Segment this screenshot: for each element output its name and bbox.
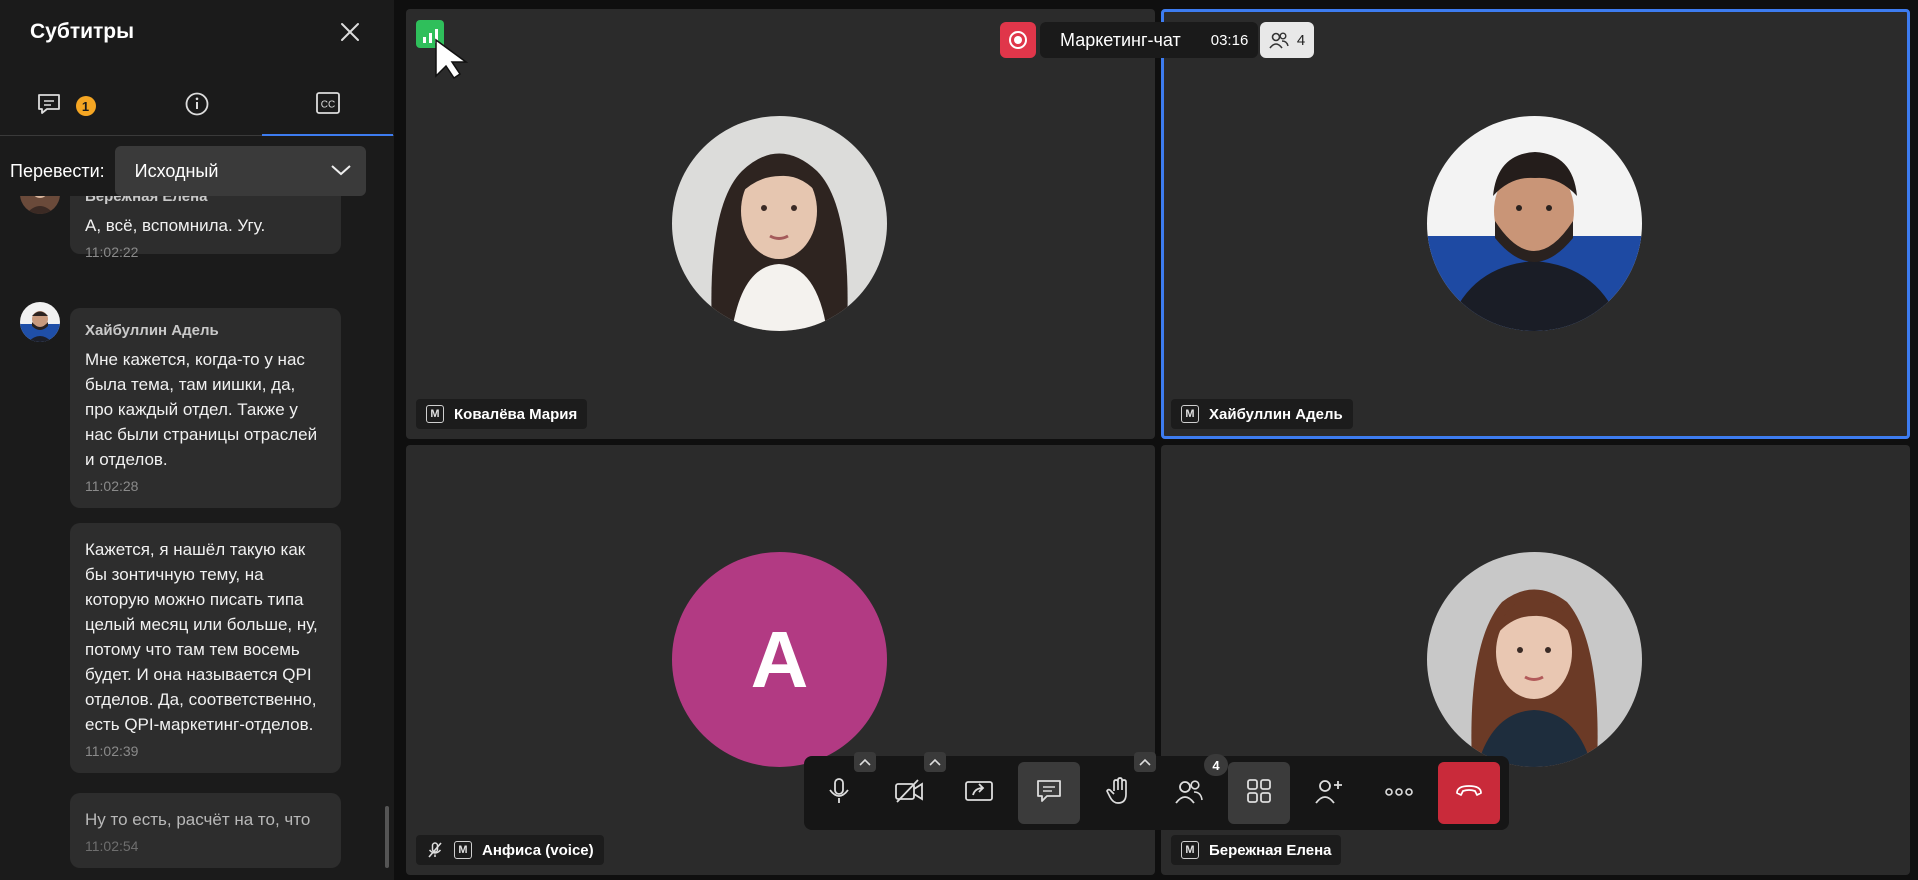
grid-layout-icon [1245, 777, 1273, 810]
subtitle-author: Бережная Елена [85, 196, 208, 205]
tab-chat[interactable]: 1 [0, 76, 131, 136]
more-button[interactable] [1368, 762, 1430, 824]
avatar [20, 302, 60, 342]
subtitle-author: Хайбуллин Адель [85, 322, 219, 339]
meeting-info: Маркетинг-чат 03:16 [1040, 22, 1259, 58]
participants-icon [1269, 31, 1289, 49]
subtitle-text: Кажется, я нашёл такую как бы зонтичную … [85, 540, 318, 734]
panel-title: Субтитры [30, 20, 135, 43]
participant-tile[interactable]: M Ковалёва Мария [406, 9, 1155, 439]
participants-count-button[interactable]: 4 [1260, 22, 1314, 58]
participants-count-badge: 4 [1204, 754, 1228, 776]
participant-name: Хайбуллин Адель [1209, 405, 1343, 423]
layout-button[interactable] [1228, 762, 1290, 824]
panel-tabs: 1 CC [0, 76, 394, 136]
moderator-badge: M [426, 405, 444, 423]
mic-options-caret[interactable] [854, 752, 876, 772]
invite-button[interactable] [1298, 762, 1360, 824]
recording-indicator[interactable] [1000, 22, 1036, 58]
chevron-down-icon [330, 161, 352, 182]
unread-badge: 1 [75, 96, 96, 116]
share-screen-button[interactable] [948, 762, 1010, 824]
meeting-title: Маркетинг-чат [1060, 29, 1181, 50]
translate-value: Исходный [134, 160, 219, 181]
scrollbar[interactable] [385, 206, 389, 866]
participant-avatar-initial: А [672, 552, 887, 767]
participant-name-tag: M Хайбуллин Адель [1171, 399, 1353, 429]
info-icon [184, 91, 210, 122]
moderator-badge: M [454, 841, 472, 859]
translate-row: Перевести: Исходный [10, 146, 366, 196]
subtitle-text: А, всё, вспомнила. Угу. [85, 216, 266, 235]
participant-tile-active[interactable]: M Хайбуллин Адель [1161, 9, 1910, 439]
subtitle-item: Ну то есть, расчёт на то, что 11:02:54 [70, 793, 341, 868]
subtitle-time: 11:02:39 [85, 743, 139, 759]
camera-options-caret[interactable] [924, 752, 946, 772]
subtitle-text: Ну то есть, расчёт на то, что [85, 810, 311, 829]
moderator-badge: M [1181, 841, 1199, 859]
call-toolbar: 4 [804, 752, 1509, 830]
participants-icon [1174, 778, 1204, 809]
cursor-icon [432, 38, 472, 85]
subtitles-list: Бережная Елена А, всё, вспомнила. Угу. 1… [0, 196, 394, 880]
reactions-options-caret[interactable] [1134, 752, 1156, 772]
chat-button[interactable] [1018, 762, 1080, 824]
translate-label: Перевести: [10, 160, 105, 181]
participant-name: Бережная Елена [1209, 841, 1332, 859]
subtitle-item: Хайбуллин Адель Мне кажется, когда-то у … [70, 308, 341, 508]
participant-name: Анфиса (voice) [482, 841, 594, 859]
participant-avatar [1427, 116, 1642, 331]
subtitle-item: Кажется, я нашёл такую как бы зонтичную … [70, 523, 341, 773]
chat-icon [36, 92, 62, 121]
mic-icon [826, 777, 852, 810]
mic-muted-icon [426, 841, 444, 859]
camera-off-icon [894, 778, 924, 809]
end-call-button[interactable] [1438, 762, 1500, 824]
participant-avatar [672, 116, 887, 331]
chat-icon [1035, 778, 1063, 809]
tab-info[interactable] [131, 76, 262, 136]
cc-icon: CC [315, 90, 341, 121]
meeting-timer: 03:16 [1210, 31, 1249, 49]
end-call-icon [1454, 783, 1484, 804]
participant-name-tag: M Бережная Елена [1171, 835, 1342, 865]
more-icon [1384, 784, 1414, 802]
participant-name-tag: M Анфиса (voice) [416, 835, 604, 865]
subtitle-text: Мне кажется, когда-то у нас была тема, т… [85, 350, 318, 469]
participants-count: 4 [1296, 31, 1306, 49]
scrollbar-thumb[interactable] [385, 806, 389, 868]
raise-hand-icon [1105, 776, 1133, 810]
translate-select[interactable]: Исходный [114, 146, 366, 196]
tab-subtitles[interactable]: CC [262, 76, 393, 136]
close-icon[interactable] [336, 18, 364, 46]
moderator-badge: M [1181, 405, 1199, 423]
subtitle-time: 11:02:28 [85, 478, 139, 494]
participant-name-tag: M Ковалёва Мария [416, 399, 588, 429]
subtitle-time: 11:02:22 [85, 244, 139, 260]
participant-avatar [1427, 552, 1642, 767]
subtitles-panel: Субтитры 1 CC Перевести: Исходный Бережн… [0, 0, 394, 880]
subtitle-time: 11:02:54 [85, 838, 139, 854]
svg-text:CC: CC [320, 99, 334, 110]
subtitle-item: Бережная Елена А, всё, вспомнила. Угу. 1… [70, 196, 341, 260]
add-user-icon [1314, 777, 1344, 810]
participant-name: Ковалёва Мария [454, 405, 578, 423]
share-screen-icon [964, 778, 994, 809]
avatar [20, 196, 60, 214]
